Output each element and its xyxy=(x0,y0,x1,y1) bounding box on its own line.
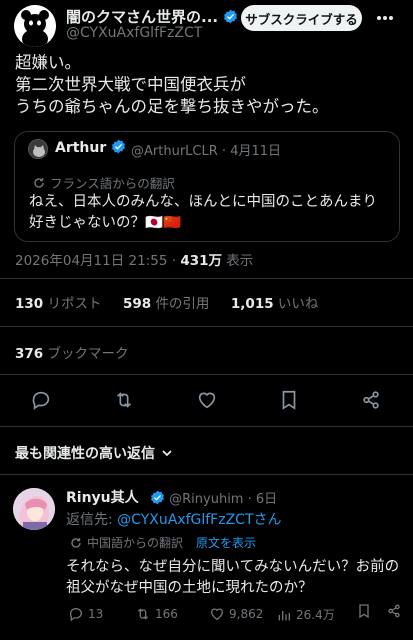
show-original-link[interactable]: 原文を表示 xyxy=(196,534,256,551)
more-options-icon xyxy=(377,16,393,20)
reposts-count: 130 xyxy=(15,296,44,312)
reply-like-button[interactable]: 9,862 xyxy=(209,606,263,622)
divider xyxy=(0,374,413,375)
bookmark-button[interactable] xyxy=(276,387,302,413)
author-name[interactable]: 闇のクマさん世界の... xyxy=(66,6,238,27)
repost-button[interactable] xyxy=(111,387,137,413)
reply-repost-button[interactable]: 166 xyxy=(135,606,178,622)
bookmark-icon xyxy=(359,604,369,619)
translate-icon xyxy=(34,177,44,188)
divider xyxy=(0,474,413,475)
meta-separator: · xyxy=(247,492,252,507)
repost-icon xyxy=(116,392,132,408)
quotes-label: 件の引用 xyxy=(155,296,210,312)
quoted-tweet-card[interactable]: Arthur @ArthurLCLR · 4月11日 フランス語からの翻訳 ねえ… xyxy=(14,131,400,242)
divider xyxy=(0,426,413,427)
reply-to-label: 返信先: xyxy=(66,512,113,528)
quote-meta: @ArthurLCLR · 4月11日 xyxy=(131,140,281,159)
author-handle[interactable]: @CYXuAxfGlfFzZCT xyxy=(66,25,202,41)
quotes-count: 598 xyxy=(122,296,152,312)
author-name-text: 闇のクマさん世界の... xyxy=(66,8,219,26)
bookmark-icon xyxy=(282,390,296,410)
meta-separator: · xyxy=(221,144,227,159)
reply-author-avatar[interactable] xyxy=(13,488,55,530)
quote-date[interactable]: 4月11日 xyxy=(230,144,281,159)
verified-badge-icon xyxy=(112,139,126,154)
divider xyxy=(0,326,413,327)
reply-button[interactable] xyxy=(28,387,54,413)
reposts-stat[interactable]: 130 リポスト xyxy=(15,296,101,312)
reply-date[interactable]: 6日 xyxy=(256,492,277,507)
reply-reposts-count: 166 xyxy=(155,607,178,621)
reply-author-name-text: Rinyu其人 xyxy=(66,490,139,506)
reply-bookmark-button[interactable] xyxy=(356,603,372,619)
reply-translation-label: 中国語からの翻訳 xyxy=(87,536,184,550)
reply-views-count: 26.4万 xyxy=(296,608,335,622)
share-button[interactable] xyxy=(358,387,384,413)
reply-to-line: 返信先: @CYXuAxfGlfFzZCTさん xyxy=(66,509,282,529)
share-icon xyxy=(363,391,379,409)
reply-icon xyxy=(32,391,50,410)
subscribe-button[interactable]: サブスクライブする xyxy=(241,5,362,31)
reply-author-name[interactable]: Rinyu其人 xyxy=(66,487,139,507)
bookmarks-label: ブックマーク xyxy=(47,346,129,362)
verified-badge-icon xyxy=(224,9,238,24)
verified-badge-icon xyxy=(151,490,164,505)
chevron-down-icon xyxy=(162,450,172,457)
heart-icon xyxy=(198,392,216,409)
engagement-stats: 130 リポスト 598 件の引用 1,015 いいね xyxy=(15,292,318,312)
likes-count: 1,015 xyxy=(230,296,274,312)
bookmarks-stat[interactable]: 376 ブックマーク xyxy=(15,342,128,362)
likes-stat[interactable]: 1,015 いいね xyxy=(231,296,319,312)
reply-views-button[interactable]: 26.4万 xyxy=(276,606,335,623)
quote-author-name[interactable]: Arthur xyxy=(55,139,126,156)
reply-author-handle[interactable]: @Rinyuhim xyxy=(169,492,243,507)
author-avatar[interactable] xyxy=(14,5,56,47)
bear-avatar-image xyxy=(14,5,56,47)
reply-icon xyxy=(69,607,82,622)
quotes-stat[interactable]: 598 件の引用 xyxy=(123,296,209,312)
bookmarks-count: 376 xyxy=(15,346,44,362)
likes-label: いいね xyxy=(277,296,319,312)
post-meta: 2026年04月11日 21:55 · 431万 表示 xyxy=(15,249,253,269)
reply-replies-count: 13 xyxy=(88,607,104,621)
meta-separator: · xyxy=(171,253,177,269)
translate-icon xyxy=(71,537,81,548)
reply-meta: @Rinyuhim · 6日 xyxy=(150,488,277,507)
post-date[interactable]: 2026年04月11日 21:55 xyxy=(15,253,167,269)
quote-author-avatar[interactable] xyxy=(28,139,48,159)
post-views-count: 431万 xyxy=(180,253,222,269)
repost-icon xyxy=(137,608,149,620)
more-options-button[interactable] xyxy=(370,8,400,28)
reply-translation-note: 中国語からの翻訳 原文を表示 xyxy=(70,534,256,551)
reply-text: それなら、なぜ自分に聞いてみないんだい？お前の祖父がなぜ中国の土地に現れたのか？ xyxy=(66,559,400,596)
like-button[interactable] xyxy=(194,387,220,413)
reply-sort-dropdown[interactable]: 最も関連性の高い返信 xyxy=(15,443,174,463)
quote-author-handle[interactable]: @ArthurLCLR xyxy=(131,144,218,159)
quote-translation-note: フランス語からの翻訳 xyxy=(33,173,175,192)
quote-translation-label: フランス語からの翻訳 xyxy=(50,176,175,191)
divider xyxy=(0,278,413,279)
post-views-label: 表示 xyxy=(226,253,254,269)
quote-text: ねえ、日本人のみんな、ほんとに中国のことあんまり好きじゃないの？🇯🇵🇨🇳 xyxy=(29,194,377,231)
views-icon xyxy=(278,610,290,620)
anime-avatar-image xyxy=(13,488,55,530)
reply-reply-button[interactable]: 13 xyxy=(68,606,103,622)
reply-likes-count: 9,862 xyxy=(229,607,264,621)
quote-author-name-text: Arthur xyxy=(55,140,107,156)
share-icon xyxy=(388,604,400,618)
tweet-text: 超嫌い。 第二次世界大戦で中国便衣兵が うちの爺ちゃんの足を撃ち抜きやがった。 xyxy=(15,53,329,116)
reply-share-button[interactable] xyxy=(386,603,402,619)
heart-icon xyxy=(210,608,224,621)
cat-avatar-image xyxy=(29,140,47,158)
reposts-label: リポスト xyxy=(47,296,102,312)
reply-sort-label: 最も関連性の高い返信 xyxy=(15,446,155,462)
reply-to-handle-link[interactable]: @CYXuAxfGlfFzZCTさん xyxy=(117,512,281,528)
